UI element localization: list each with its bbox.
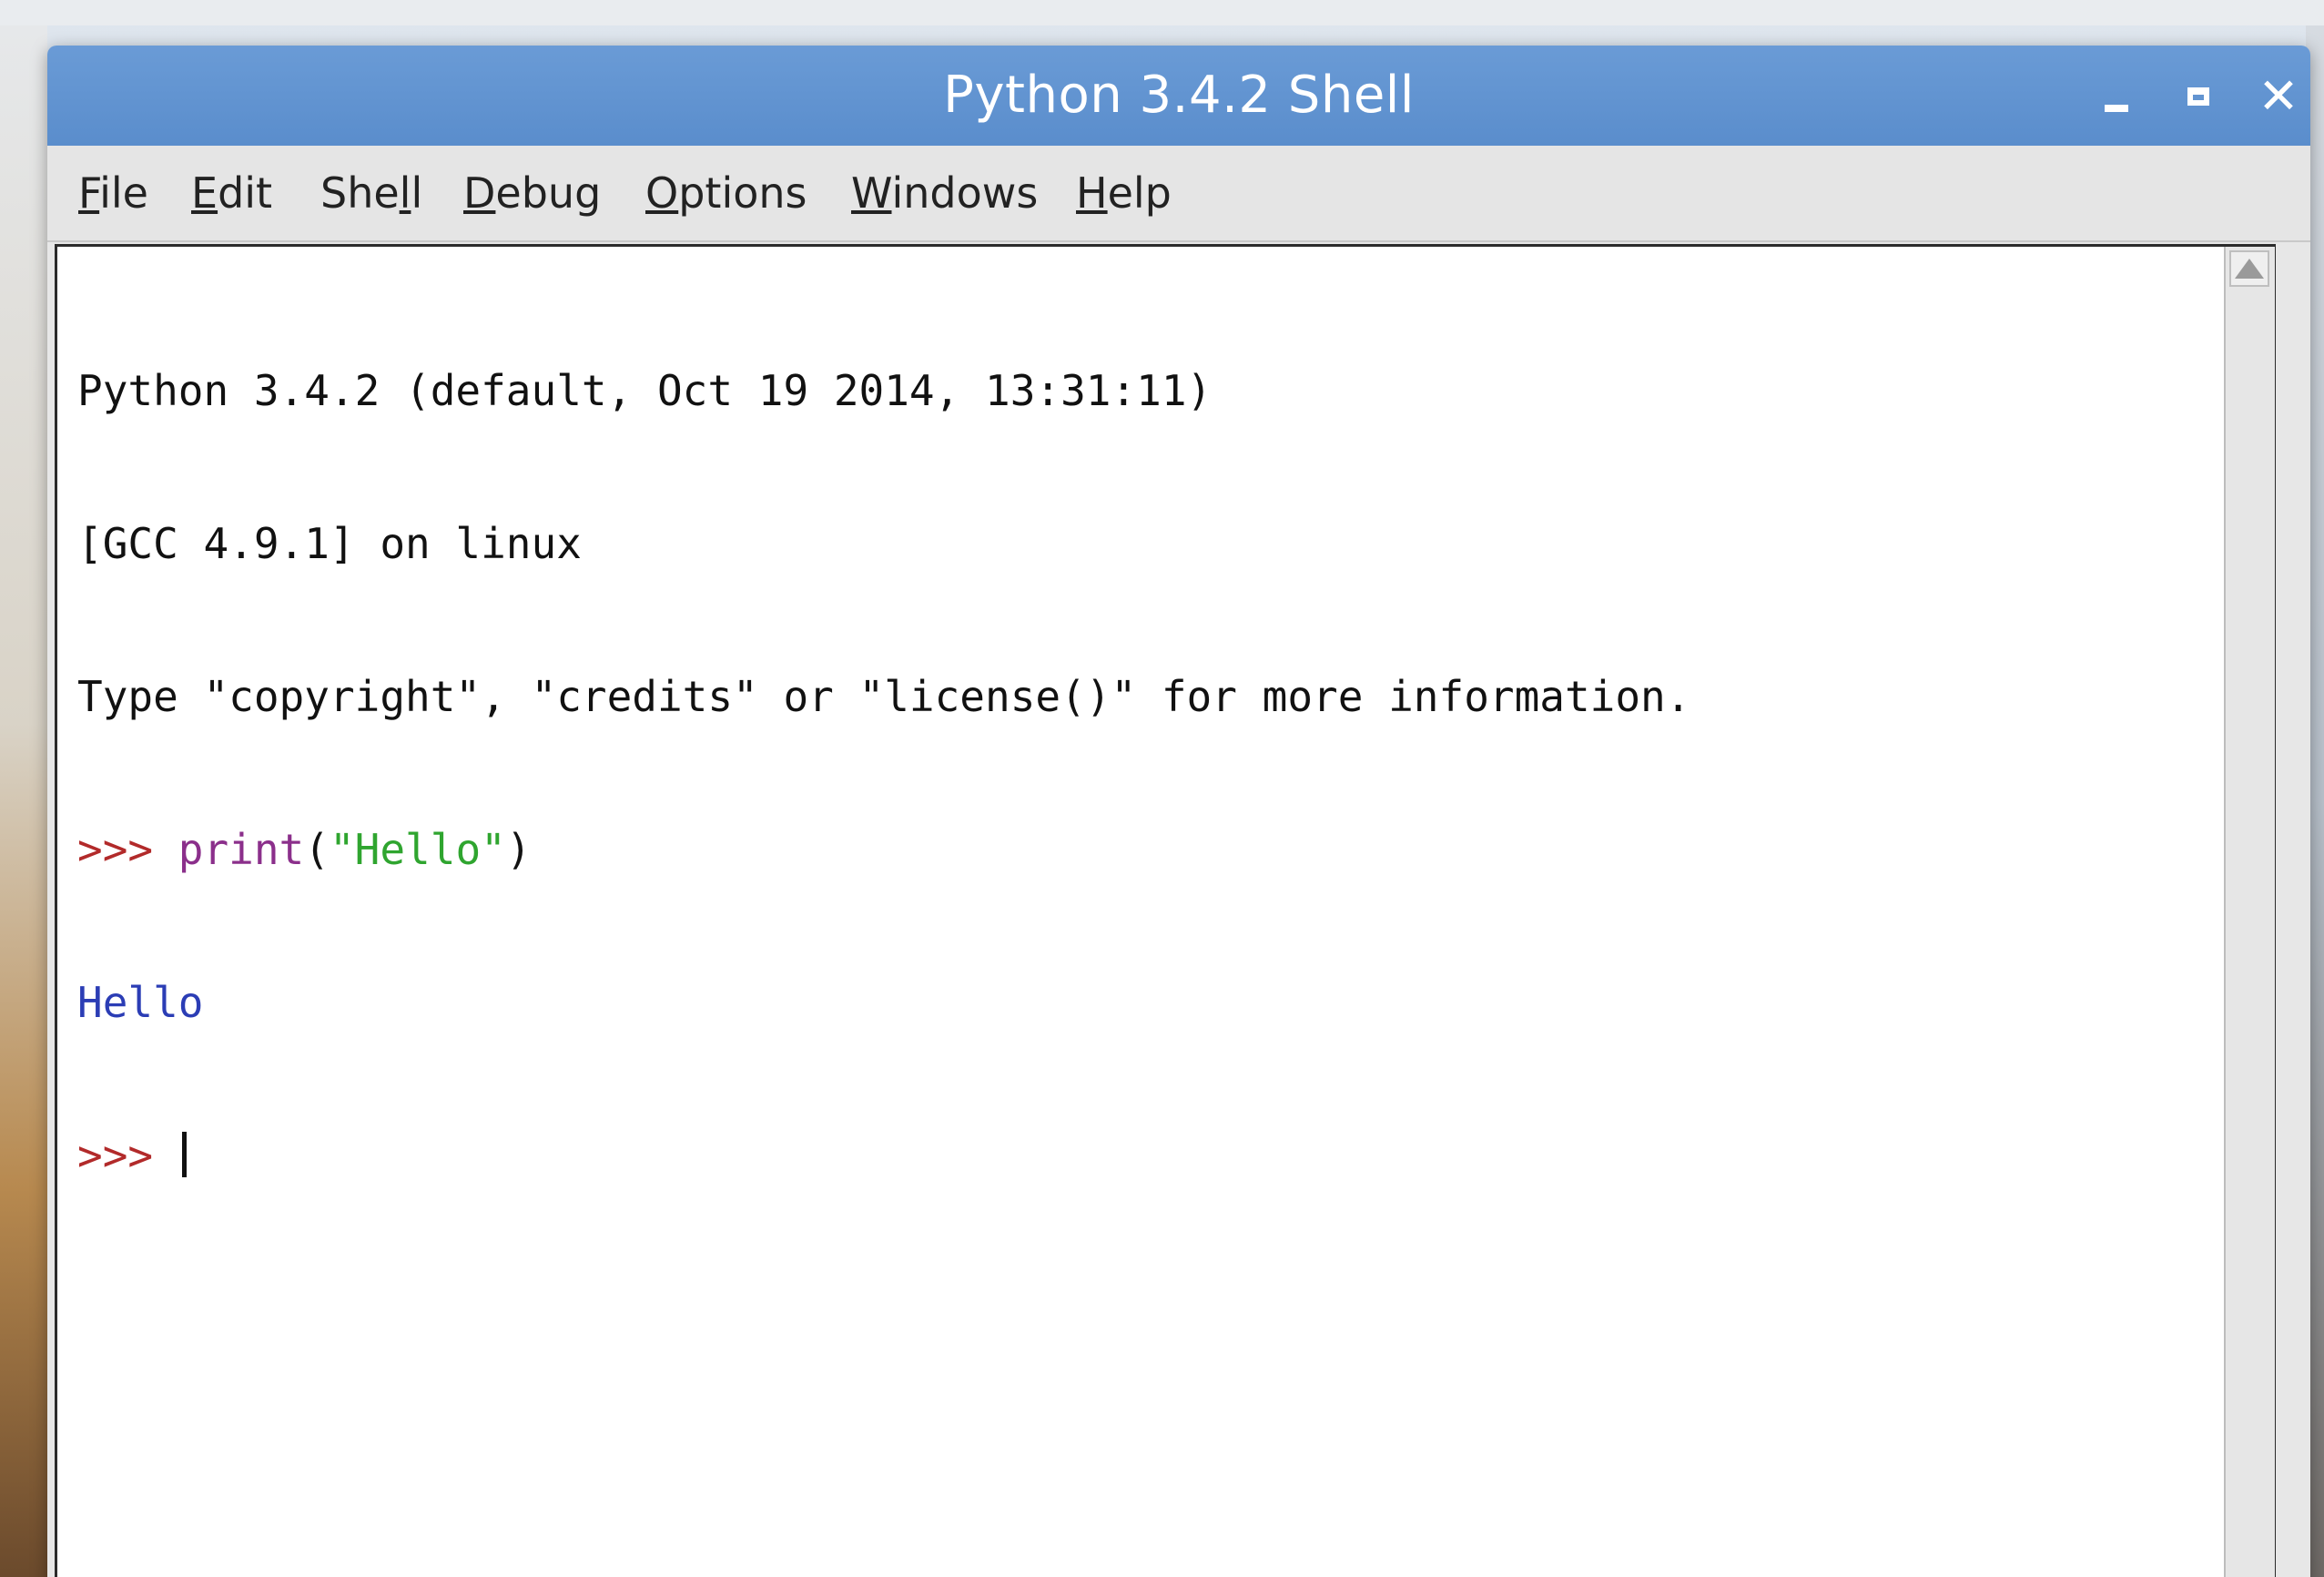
- desktop-background-left: [0, 25, 47, 1577]
- python-shell-window: Python 3.4.2 Shell ✕ File Edit Shell Deb…: [47, 46, 2310, 1577]
- menu-edit[interactable]: Edit: [191, 146, 272, 240]
- menu-shell[interactable]: Shell: [320, 146, 422, 240]
- menu-bar: File Edit Shell Debug Options Windows He…: [47, 146, 2310, 242]
- output-line: Hello: [77, 978, 204, 1027]
- maximize-button[interactable]: [2167, 71, 2230, 122]
- menu-debug[interactable]: Debug: [463, 146, 601, 240]
- banner-line: [GCC 4.9.1] on linux: [77, 519, 582, 568]
- current-input-line[interactable]: >>>: [77, 1130, 2218, 1181]
- prompt: >>>: [77, 825, 178, 874]
- scroll-up-button[interactable]: [2229, 250, 2269, 287]
- text-cursor: [181, 1132, 187, 1177]
- menu-windows[interactable]: Windows: [851, 146, 1038, 240]
- close-button[interactable]: ✕: [2247, 71, 2310, 122]
- vertical-scrollbar[interactable]: [2224, 247, 2275, 1577]
- menu-file[interactable]: File: [78, 146, 148, 240]
- menu-help[interactable]: Help: [1076, 146, 1172, 240]
- input-line: >>> print("Hello"): [77, 824, 2218, 875]
- shell-text-area[interactable]: Python 3.4.2 (default, Oct 19 2014, 13:3…: [55, 244, 2276, 1577]
- string-literal: "Hello": [329, 825, 506, 874]
- close-paren: ): [505, 825, 532, 874]
- arrow-up-icon: [2235, 259, 2264, 279]
- window-titlebar[interactable]: Python 3.4.2 Shell ✕: [47, 46, 2310, 146]
- banner-line: Python 3.4.2 (default, Oct 19 2014, 13:3…: [77, 366, 1213, 415]
- window-title: Python 3.4.2 Shell: [943, 66, 1415, 125]
- builtin-keyword: print: [178, 825, 305, 874]
- close-icon: ✕: [2258, 67, 2299, 125]
- menu-options[interactable]: Options: [645, 146, 807, 240]
- banner-line: Type "copyright", "credits" or "license(…: [77, 672, 1691, 721]
- open-paren: (: [304, 825, 330, 874]
- desktop-background-top: [0, 0, 2324, 25]
- prompt: >>>: [77, 1131, 178, 1180]
- maximize-icon: [2187, 87, 2209, 106]
- minimize-icon: [2105, 105, 2128, 112]
- minimize-button[interactable]: [2085, 71, 2148, 122]
- shell-output: Python 3.4.2 (default, Oct 19 2014, 13:3…: [77, 263, 2218, 1283]
